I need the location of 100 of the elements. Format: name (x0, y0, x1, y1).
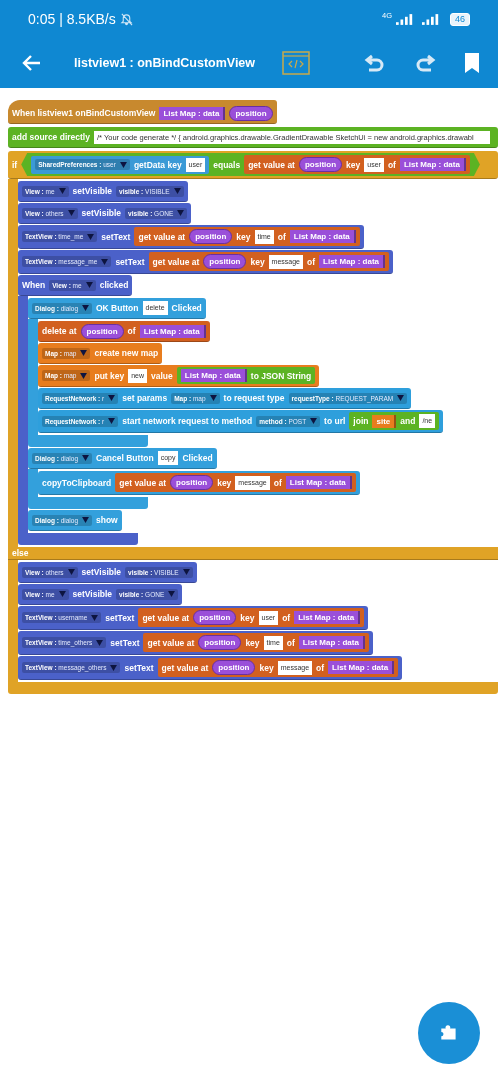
dropdown-arrow-icon (67, 569, 75, 575)
block-label: copyToClipboard (42, 477, 112, 488)
block-label: delete at (42, 326, 77, 336)
status-text: 0:05 | 8.5KB/s (28, 11, 116, 27)
screen-title: listview1 : onBindCustomView (74, 56, 257, 70)
battery-level: 46 (450, 12, 470, 26)
dropdown-arrow-icon (67, 210, 75, 216)
block-label: key (245, 637, 260, 648)
block-label: setText (115, 256, 145, 267)
block-label: key (250, 256, 265, 267)
dropdown-arrow-icon (82, 305, 89, 311)
dropdown-arrow-icon (80, 372, 88, 379)
block-label: show (96, 515, 118, 525)
block-label: key (259, 662, 274, 673)
signal-icon (396, 13, 414, 25)
parameter-block: position (170, 475, 214, 490)
block-label: getData key (133, 159, 182, 170)
block-label: of (286, 637, 295, 648)
block-label: join (353, 416, 369, 426)
parameter-block: position (198, 635, 242, 650)
block-label: add source directly (12, 132, 90, 142)
dropdown-arrow-icon (110, 664, 118, 671)
block-label: to request type (223, 393, 285, 403)
block-label: and (400, 416, 416, 426)
variable-block: site (372, 414, 397, 428)
dropdown-arrow-icon (182, 569, 190, 575)
block-label: get value at (119, 477, 167, 488)
block-label: set params (122, 393, 168, 403)
block-label: setText (101, 231, 131, 242)
dropdown-arrow-icon (173, 188, 181, 194)
variable-block: List Map : data (328, 661, 395, 674)
dropdown-arrow-icon (82, 517, 89, 523)
dropdown-arrow-icon (310, 418, 318, 424)
variable-block: List Map : data (294, 611, 361, 624)
dropdown-arrow-icon (177, 210, 185, 216)
dropdown-arrow-icon (108, 395, 116, 401)
block-label: get value at (147, 637, 195, 648)
block-label: key (217, 477, 232, 488)
dropdown-arrow-icon (80, 350, 88, 356)
block-label: When (22, 280, 46, 290)
dropdown-arrow-icon (87, 233, 95, 240)
block-label: of (387, 159, 396, 170)
variable-block: List Map : data (139, 324, 206, 338)
block-label: else (12, 548, 29, 558)
block-label: to url (324, 416, 346, 426)
dropdown-arrow-icon (91, 614, 99, 621)
block-label: setText (110, 637, 140, 648)
dropdown-arrow-icon (58, 188, 66, 194)
block-label: When listview1 onBindCustomView (12, 108, 156, 118)
dropdown-arrow-icon (58, 591, 66, 597)
variable-block: List Map : data (289, 230, 356, 243)
block-label: setText (105, 612, 135, 623)
undo-icon[interactable] (364, 53, 386, 73)
dropdown-arrow-icon (168, 591, 176, 597)
variable-block: List Map : data (298, 636, 365, 649)
block-label: key (236, 231, 251, 242)
block-label: get value at (152, 256, 200, 267)
redo-icon[interactable] (414, 53, 436, 73)
block-label: to JSON String (250, 370, 312, 381)
block-label: create new map (94, 348, 159, 358)
parameter-block: position (298, 157, 343, 172)
block-label: clicked (99, 280, 129, 290)
block-label: setVisible (81, 567, 122, 577)
dropdown-arrow-icon (119, 161, 127, 168)
block-label: setVisible (72, 186, 113, 196)
dropdown-arrow-icon (209, 395, 217, 401)
variable-block: List Map : data (180, 369, 247, 382)
dropdown-arrow-icon (101, 258, 109, 265)
parameter-block: position (229, 105, 273, 121)
block-label: equals (213, 159, 241, 170)
block-label: get value at (248, 159, 295, 170)
block-label: of (307, 256, 316, 267)
block-label: of (316, 662, 325, 673)
block-label: OK Button (96, 303, 139, 313)
block-label: of (277, 231, 286, 242)
bookmark-icon[interactable] (464, 52, 480, 74)
dropdown-arrow-icon (108, 418, 116, 424)
dropdown-arrow-icon (82, 455, 89, 461)
parameter-block: position (203, 254, 247, 269)
block-label: of (282, 612, 291, 623)
signal-icon (422, 13, 440, 25)
dropdown-arrow-icon (96, 639, 104, 646)
dropdown-arrow-icon (85, 282, 93, 288)
bell-off-icon (119, 12, 133, 26)
block-label: Clicked (171, 303, 202, 313)
back-arrow-icon[interactable] (22, 53, 42, 73)
dropdown-arrow-icon (397, 395, 405, 401)
block-label: setVisible (81, 208, 122, 218)
variable-block: List Map : data (285, 476, 352, 489)
block-label: value (151, 370, 173, 381)
block-label: of (273, 477, 282, 488)
variable-block: List Map : data (399, 158, 466, 171)
block-label: start network request to method (122, 416, 253, 426)
block-label: Cancel Button (96, 453, 154, 463)
block-label: if (12, 159, 18, 170)
block-label: key (240, 612, 255, 623)
block-label: setVisible (72, 589, 113, 599)
variable-block: List Map : data (159, 106, 226, 120)
block-label: put key (94, 370, 125, 381)
block-label: get value at (142, 612, 190, 623)
